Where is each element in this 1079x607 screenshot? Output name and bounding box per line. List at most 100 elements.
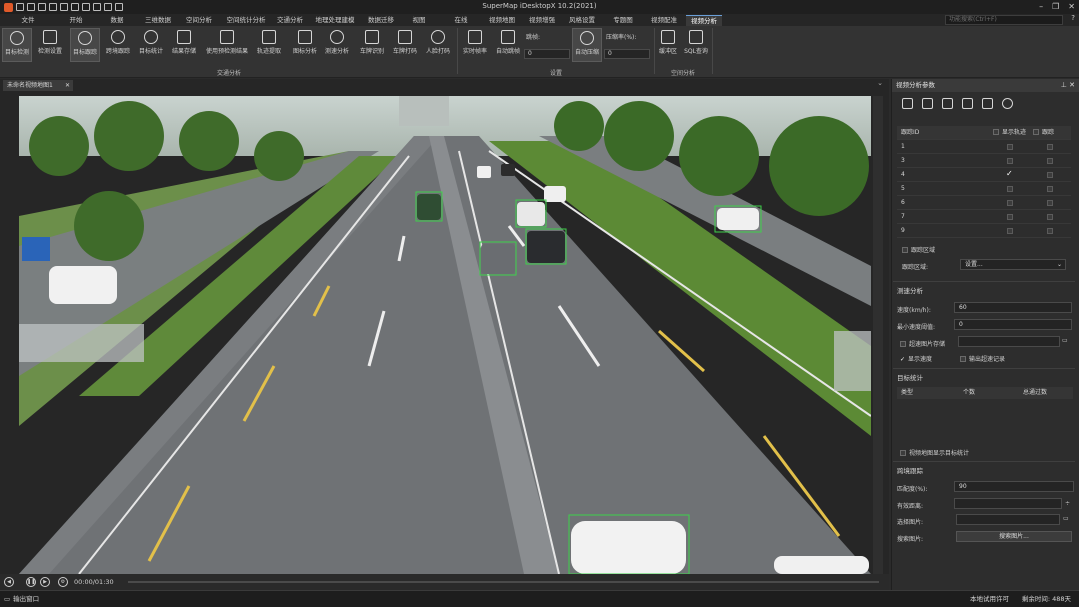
jump-frame-spinner[interactable]: 0 — [524, 49, 570, 59]
valid-distance-input[interactable] — [954, 498, 1062, 509]
refresh-icon[interactable] — [104, 2, 112, 11]
select-image-input[interactable] — [956, 514, 1060, 525]
object-detection-button[interactable]: 目标检测 — [2, 28, 32, 62]
show-track-checkbox[interactable] — [1007, 186, 1013, 192]
spinner-icon[interactable]: ÷ — [1065, 500, 1070, 507]
close-icon[interactable]: ✕ — [1068, 2, 1075, 11]
zoom-in-icon[interactable] — [82, 2, 90, 11]
video-view[interactable] — [0, 91, 889, 574]
function-search-input[interactable]: 功能搜索(Ctrl+F) — [945, 15, 1063, 25]
gear-icon[interactable]: ⚙ — [58, 577, 68, 587]
select-all-icon[interactable] — [902, 97, 913, 109]
tab-thematic-map[interactable]: 专题图 — [608, 15, 638, 26]
help-icon[interactable]: ? — [1071, 14, 1075, 22]
object-tracking-button[interactable]: 目标跟踪 — [70, 28, 100, 62]
show-track-checkbox-checked[interactable]: ✓ — [1006, 167, 1013, 181]
face-masking-button[interactable]: 人脸打码 — [423, 28, 453, 62]
output-window-toggle[interactable]: ▭ 输出窗口 — [4, 591, 39, 607]
show-track-checkbox[interactable] — [1007, 214, 1013, 220]
maximize-icon[interactable]: ❐ — [1052, 2, 1059, 11]
table-row[interactable]: 1 — [897, 140, 1071, 154]
document-tab[interactable]: 未命名视频地图1 ✕ — [3, 80, 73, 91]
close-tab-icon[interactable]: ✕ — [65, 80, 70, 91]
show-track-checkbox[interactable] — [1007, 228, 1013, 234]
overspeed-path-input[interactable] — [958, 336, 1060, 347]
print-icon[interactable] — [38, 2, 46, 11]
save-all-icon[interactable] — [27, 2, 35, 11]
invert-selection-icon[interactable] — [942, 97, 953, 109]
table-row[interactable]: 5 — [897, 182, 1071, 196]
trajectory-extract-button[interactable]: 轨迹提取 — [254, 28, 284, 62]
export-icon[interactable] — [982, 97, 993, 109]
tab-spatial-analysis[interactable]: 空间分析 — [180, 15, 218, 26]
forward-button[interactable]: ▶ — [40, 577, 50, 587]
result-storage-button[interactable]: 结果存储 — [168, 28, 200, 62]
table-row[interactable]: 7 — [897, 210, 1071, 224]
tab-video-enhance[interactable]: 视频增强 — [524, 15, 560, 26]
compress-rate-spinner[interactable]: 0 — [604, 49, 650, 59]
export-overspeed-checkbox[interactable]: 输出超速记录 — [960, 354, 1005, 363]
folder-icon[interactable]: ▭ — [1063, 515, 1069, 522]
detection-settings-button[interactable]: 检测设置 — [34, 28, 66, 62]
show-track-all-checkbox[interactable] — [993, 129, 999, 135]
object-statistics-button[interactable]: 目标统计 — [136, 28, 166, 62]
plate-masking-button[interactable]: 车牌打码 — [390, 28, 420, 62]
overspeed-image-checkbox[interactable]: 超速图片存储 — [900, 339, 945, 348]
folder-icon[interactable]: ▭ — [1062, 337, 1068, 344]
track-checkbox[interactable] — [1047, 228, 1053, 234]
track-checkbox[interactable] — [1047, 158, 1053, 164]
table-row[interactable]: 3 — [897, 154, 1071, 168]
tab-traffic-analysis[interactable]: 交通分析 — [272, 15, 308, 26]
speed-input[interactable]: 60 — [954, 302, 1072, 313]
track-all-checkbox[interactable] — [1033, 129, 1039, 135]
tab-home[interactable]: 开始 — [62, 15, 90, 26]
rewind-button[interactable]: ◀ — [4, 577, 14, 587]
video-scrollbar[interactable] — [873, 96, 883, 574]
match-input[interactable]: 90 — [954, 481, 1074, 492]
use-pre-detection-button[interactable]: 使用预检测结果 — [201, 28, 253, 62]
tab-data-migration[interactable]: 数据迁移 — [363, 15, 399, 26]
pin-icon[interactable]: ⊥ — [1061, 81, 1067, 89]
track-checkbox[interactable] — [1047, 172, 1053, 178]
track-area-checkbox[interactable]: 跟踪区域 — [902, 245, 935, 254]
tab-file[interactable]: 文件 — [14, 15, 42, 26]
pause-button[interactable]: ❚❚ — [26, 577, 36, 587]
auto-compress-button[interactable]: 自动压缩 — [572, 28, 602, 62]
speed-analysis-button[interactable]: 测速分析 — [322, 28, 352, 62]
tab-spatial-statistics[interactable]: 空间统计分析 — [222, 15, 270, 26]
track-checkbox[interactable] — [1047, 186, 1053, 192]
show-track-checkbox[interactable] — [1007, 158, 1013, 164]
sql-query-button[interactable]: SQL查询 — [682, 28, 710, 62]
chevron-down-icon[interactable]: ⌄ — [877, 79, 883, 87]
pan-icon[interactable] — [71, 2, 79, 11]
minimize-icon[interactable]: – — [1039, 2, 1043, 11]
search-image-button[interactable]: 搜索图片... — [956, 531, 1072, 542]
folder-icon[interactable] — [115, 2, 123, 11]
zoom-out-icon[interactable] — [93, 2, 101, 11]
tab-data[interactable]: 数据 — [103, 15, 131, 26]
track-checkbox[interactable] — [1047, 144, 1053, 150]
tab-3d-data[interactable]: 三维数据 — [140, 15, 176, 26]
table-row[interactable]: 6 — [897, 196, 1071, 210]
cross-border-tracking-button[interactable]: 跨境跟踪 — [103, 28, 133, 62]
track-checkbox[interactable] — [1047, 200, 1053, 206]
show-speed-checkbox[interactable]: ✓ 显示速度 — [900, 354, 932, 363]
buffer-button[interactable]: 缓冲区 — [656, 28, 680, 62]
auto-skip-frame-button[interactable]: 自动跳帧 — [492, 28, 524, 62]
show-track-checkbox[interactable] — [1007, 144, 1013, 150]
tab-view[interactable]: 视图 — [405, 15, 433, 26]
tab-video-registration[interactable]: 视频配准 — [646, 15, 682, 26]
close-icon[interactable]: ✕ — [1069, 81, 1075, 89]
plate-recognition-button[interactable]: 车牌识别 — [357, 28, 387, 62]
icon-analysis-button[interactable]: 图标分析 — [290, 28, 320, 62]
progress-bar[interactable] — [128, 581, 879, 583]
tab-online[interactable]: 在线 — [447, 15, 475, 26]
show-track-checkbox[interactable] — [1007, 200, 1013, 206]
realtime-framerate-button[interactable]: 实时帧率 — [460, 28, 490, 62]
table-row[interactable]: 9 — [897, 224, 1071, 238]
table-row[interactable]: 4 ✓ — [897, 168, 1071, 182]
tab-video-analysis[interactable]: 视频分析 — [686, 15, 722, 26]
table-icon[interactable] — [962, 97, 973, 109]
check-icon[interactable] — [922, 97, 933, 109]
select-icon[interactable] — [60, 2, 68, 11]
